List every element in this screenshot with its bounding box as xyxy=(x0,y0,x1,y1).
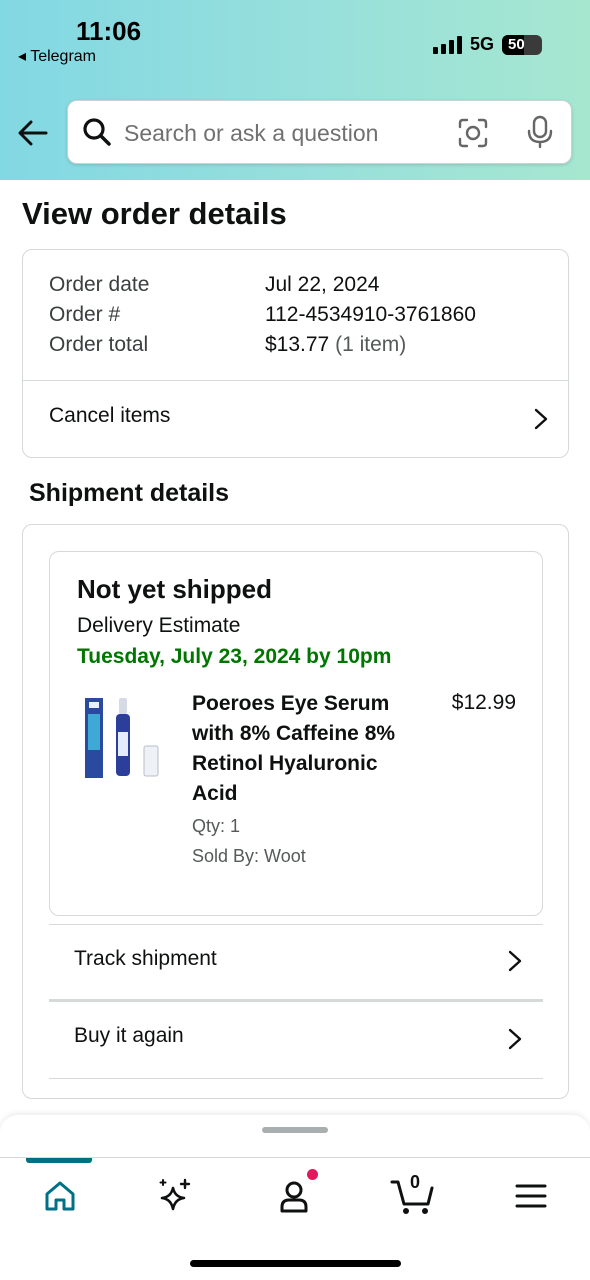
microphone-icon[interactable] xyxy=(525,115,555,149)
shipment-card: Not yet shipped Delivery Estimate Tuesda… xyxy=(22,524,569,1099)
camera-search-icon[interactable] xyxy=(457,117,489,149)
order-total-value: $13.77 (1 item) xyxy=(265,333,406,357)
product-quantity: Qty: 1 xyxy=(192,816,241,836)
status-indicators: 5G 50 xyxy=(432,34,542,55)
rufus-sparkle-icon[interactable] xyxy=(155,1176,195,1216)
chevron-right-icon xyxy=(508,950,522,972)
order-date-label: Order date xyxy=(49,273,150,296)
buy-it-again-label: Buy it again xyxy=(74,1024,184,1047)
bottom-sheet: 0 xyxy=(0,1115,590,1280)
product-name-link[interactable]: Poeroes Eye Serum with 8% Caffeine 8% Re… xyxy=(192,689,417,809)
order-date-value: Jul 22, 2024 xyxy=(265,273,380,296)
cancel-items-label: Cancel items xyxy=(49,404,171,427)
back-arrow-icon[interactable] xyxy=(16,116,50,150)
order-number-label: Order # xyxy=(49,303,121,326)
battery-level: 50 xyxy=(508,36,525,53)
order-total-label: Order total xyxy=(49,333,149,356)
active-tab-indicator xyxy=(26,1158,92,1163)
network-type: 5G xyxy=(469,34,494,54)
track-shipment-button[interactable]: Track shipment xyxy=(49,925,543,1001)
menu-icon[interactable] xyxy=(511,1176,551,1216)
notification-dot xyxy=(307,1169,318,1180)
delivery-date: Tuesday, July 23, 2024 by 10pm xyxy=(77,645,392,668)
search-icon xyxy=(83,118,111,146)
signal-icon xyxy=(432,35,462,54)
divider xyxy=(49,1078,543,1079)
sheet-grabber[interactable] xyxy=(262,1127,328,1133)
header-area: 11:06 ◂ Telegram 5G 50 xyxy=(0,0,590,180)
shipment-heading: Shipment details xyxy=(29,479,230,507)
chevron-right-icon xyxy=(534,408,548,430)
battery-icon: 50 xyxy=(502,34,542,55)
status-time: 11:06 xyxy=(76,16,142,46)
search-input[interactable] xyxy=(124,115,444,151)
cancel-items-button[interactable]: Cancel items xyxy=(23,381,568,457)
order-number-value: 112-4534910-3761860 xyxy=(265,303,476,326)
order-item-count: (1 item) xyxy=(335,333,407,356)
product-image[interactable] xyxy=(80,692,170,782)
product-price: $12.99 xyxy=(451,691,516,714)
shipment-item-box: Not yet shipped Delivery Estimate Tuesda… xyxy=(49,551,543,916)
account-icon[interactable] xyxy=(274,1176,314,1216)
home-icon[interactable] xyxy=(40,1176,80,1216)
buy-it-again-button[interactable]: Buy it again xyxy=(49,1002,543,1078)
home-indicator[interactable] xyxy=(190,1260,401,1267)
shipment-status: Not yet shipped xyxy=(77,574,273,604)
order-summary-card: Order date Jul 22, 2024 Order # 112-4534… xyxy=(22,249,569,458)
back-to-app-link[interactable]: ◂ Telegram xyxy=(18,46,96,66)
search-bar[interactable] xyxy=(67,100,572,164)
order-total-amount: $13.77 xyxy=(265,333,330,356)
track-shipment-label: Track shipment xyxy=(74,947,217,970)
page-title: View order details xyxy=(22,196,287,231)
cart-count: 0 xyxy=(410,1172,421,1192)
chevron-right-icon xyxy=(508,1028,522,1050)
product-seller: Sold By: Woot xyxy=(192,846,306,866)
delivery-estimate-label: Delivery Estimate xyxy=(77,614,241,637)
